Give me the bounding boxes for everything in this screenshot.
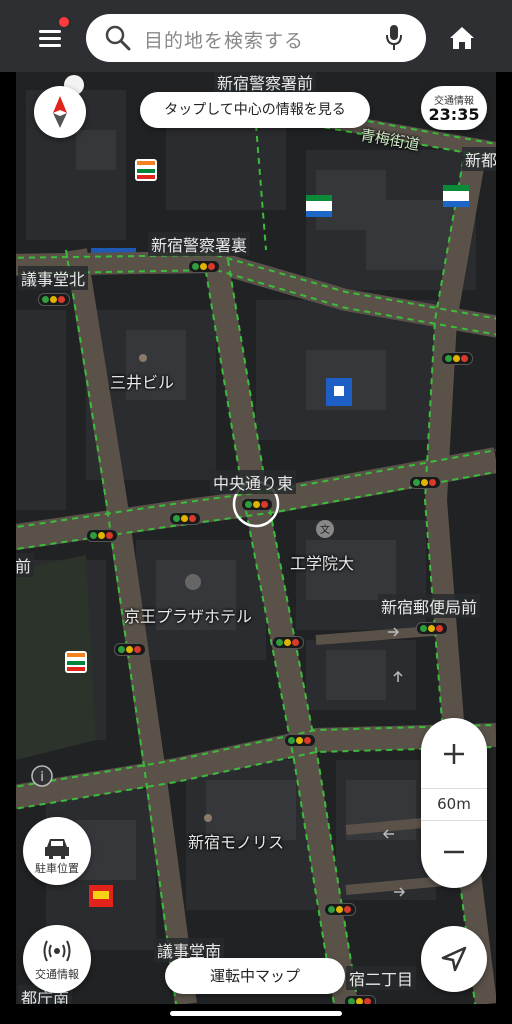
zoom-in-button[interactable] xyxy=(421,718,487,788)
map-label: 新宿警察署前 xyxy=(214,70,317,94)
magnifier-icon xyxy=(105,25,131,51)
search-bar[interactable]: 目的地を検索する xyxy=(86,14,426,62)
traffic-light-icon xyxy=(38,293,70,306)
car-icon xyxy=(45,839,69,859)
traffic-light-icon xyxy=(324,903,356,916)
map-label: 議事堂北 xyxy=(18,266,89,290)
plus-icon xyxy=(444,744,464,764)
traffic-light-icon xyxy=(416,622,448,635)
traffic-light-icon xyxy=(441,352,473,365)
minus-icon xyxy=(444,850,464,854)
parking-label: 駐車位置 xyxy=(35,862,79,875)
traffic-light-icon xyxy=(86,529,118,542)
map-label: 新宿警察署裏 xyxy=(148,232,251,256)
search-input[interactable]: 目的地を検索する xyxy=(144,26,304,53)
notification-dot xyxy=(59,17,69,27)
traffic-light-icon xyxy=(344,995,376,1004)
traffic-info-button-label: 交通情報 xyxy=(35,968,79,981)
traffic-light-icon xyxy=(188,260,220,273)
map-label: 宿二丁目 xyxy=(346,966,417,990)
home-icon[interactable] xyxy=(440,18,484,58)
zoom-out-button[interactable] xyxy=(421,820,487,888)
map-label: 工学院大 xyxy=(290,554,355,573)
traffic-light-icon xyxy=(409,476,441,489)
map-label: 京王プラザホテル xyxy=(124,607,253,626)
locate-button[interactable] xyxy=(421,926,487,992)
compass-icon xyxy=(53,96,67,128)
svg-text:文: 文 xyxy=(320,523,330,536)
map-label: 新宿モノリス xyxy=(188,833,285,852)
traffic-info-button[interactable]: 交通情報 xyxy=(23,925,91,993)
parking-position-button[interactable]: 駐車位置 xyxy=(23,817,91,885)
compass-button[interactable] xyxy=(34,86,86,138)
home-indicator[interactable] xyxy=(170,1011,342,1016)
center-info-button[interactable]: タップして中心の情報を見る xyxy=(140,92,370,128)
traffic-light-icon xyxy=(241,498,273,511)
hamburger-menu-icon[interactable] xyxy=(30,22,70,56)
top-bar: 目的地を検索する xyxy=(0,0,512,72)
drive-map-button[interactable]: 運転中マップ xyxy=(165,958,345,994)
traffic-light-icon xyxy=(169,512,201,525)
navigation-arrow-icon xyxy=(441,946,467,972)
svg-text:i: i xyxy=(40,770,44,785)
map-label: 三井ビル xyxy=(110,373,175,392)
map-app-screen: 文 i 新宿警察署前 青梅街道 新都 新宿警察署裏 議事堂北 三井ビル 中央通り… xyxy=(0,0,512,1024)
map-label: 新都 xyxy=(462,147,496,171)
map-label: 新宿郵便局前 xyxy=(378,594,481,618)
map-label: 前 xyxy=(16,553,35,577)
traffic-light-icon xyxy=(272,636,304,649)
zoom-control: 60m xyxy=(421,718,487,888)
traffic-info-clock: 23:35 xyxy=(428,105,480,124)
traffic-light-icon xyxy=(284,734,316,747)
microphone-icon[interactable] xyxy=(384,24,404,52)
scale-label: 60m xyxy=(437,795,471,813)
traffic-info-time[interactable]: 交通情報 23:35 xyxy=(421,86,487,130)
traffic-light-icon xyxy=(114,643,146,656)
map-label: 中央通り東 xyxy=(210,470,297,494)
